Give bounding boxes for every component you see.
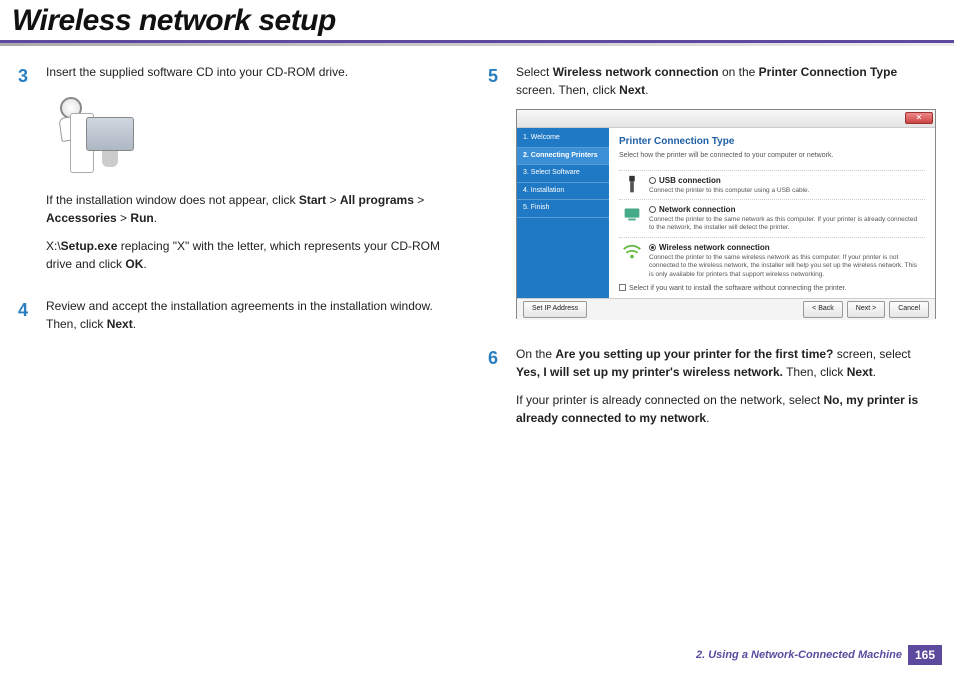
step-number: 6: [488, 345, 506, 437]
radio-wireless[interactable]: [649, 244, 656, 251]
step3-setup-exe: X:\Setup.exe replacing "X" with the lett…: [46, 237, 464, 273]
page-title: Wireless network setup: [12, 4, 942, 38]
step6-p2: If your printer is already connected on …: [516, 391, 936, 427]
step-number: 4: [18, 297, 36, 343]
wizard-dialog: ✕ 1. Welcome 2. Connecting Printers 3. S…: [516, 109, 936, 319]
wizard-body: 1. Welcome 2. Connecting Printers 3. Sel…: [517, 128, 935, 298]
option-usb[interactable]: USB connection Connect the printer to th…: [619, 170, 925, 199]
page-footer: 2. Using a Network-Connected Machine 165: [696, 645, 942, 665]
left-column: 3 Insert the supplied software CD into y…: [18, 63, 464, 451]
set-ip-button[interactable]: Set IP Address: [523, 301, 587, 318]
wizard-step-connecting[interactable]: 2. Connecting Printers: [517, 148, 609, 166]
right-column: 5 Select Wireless network connection on …: [488, 63, 936, 451]
monitor-stand-icon: [102, 151, 118, 167]
page-number: 165: [908, 645, 942, 665]
close-icon[interactable]: ✕: [905, 112, 933, 124]
option-network[interactable]: Network connection Connect the printer t…: [619, 199, 925, 237]
step-body: On the Are you setting up your printer f…: [516, 345, 936, 437]
wizard-step-welcome[interactable]: 1. Welcome: [517, 130, 609, 148]
content-columns: 3 Insert the supplied software CD into y…: [0, 43, 954, 451]
radio-usb[interactable]: [649, 177, 656, 184]
wizard-step-software[interactable]: 3. Select Software: [517, 165, 609, 183]
monitor-icon: [86, 117, 134, 151]
wizard-titlebar: ✕: [517, 110, 935, 128]
checkbox-icon[interactable]: [619, 284, 626, 291]
network-icon: [621, 204, 643, 224]
wizard-step-installation[interactable]: 4. Installation: [517, 183, 609, 201]
step3-intro: Insert the supplied software CD into you…: [46, 63, 464, 81]
step-3: 3 Insert the supplied software CD into y…: [18, 63, 464, 283]
step5-text: Select Wireless network connection on th…: [516, 63, 936, 99]
step-body: Review and accept the installation agree…: [46, 297, 464, 343]
back-button[interactable]: < Back: [803, 301, 843, 318]
cdrom-illustration: [46, 91, 136, 181]
chapter-label: 2. Using a Network-Connected Machine: [696, 649, 902, 661]
page-header: Wireless network setup: [0, 0, 954, 43]
usb-icon: [621, 175, 643, 195]
wizard-heading: Printer Connection Type: [619, 134, 925, 149]
radio-network[interactable]: [649, 206, 656, 213]
wizard-subheading: Select how the printer will be connected…: [619, 151, 925, 162]
step-body: Select Wireless network connection on th…: [516, 63, 936, 331]
step-5: 5 Select Wireless network connection on …: [488, 63, 936, 331]
step4-text: Review and accept the installation agree…: [46, 297, 464, 333]
cancel-button[interactable]: Cancel: [889, 301, 929, 318]
wizard-step-finish[interactable]: 5. Finish: [517, 200, 609, 218]
wizard-footer: Set IP Address < Back Next > Cancel: [517, 298, 935, 320]
step-body: Insert the supplied software CD into you…: [46, 63, 464, 283]
step-number: 5: [488, 63, 506, 331]
step6-p1: On the Are you setting up your printer f…: [516, 345, 936, 381]
wizard-main: Printer Connection Type Select how the p…: [609, 128, 935, 298]
step-number: 3: [18, 63, 36, 283]
step3-run-path: If the installation window does not appe…: [46, 191, 464, 227]
step-4: 4 Review and accept the installation agr…: [18, 297, 464, 343]
next-button[interactable]: Next >: [847, 301, 885, 318]
step-6: 6 On the Are you setting up your printer…: [488, 345, 936, 437]
install-without-connect-check[interactable]: Select if you want to install the softwa…: [619, 284, 847, 295]
option-wireless[interactable]: Wireless network connection Connect the …: [619, 237, 925, 283]
wifi-icon: [621, 242, 643, 262]
wizard-sidebar: 1. Welcome 2. Connecting Printers 3. Sel…: [517, 128, 609, 298]
